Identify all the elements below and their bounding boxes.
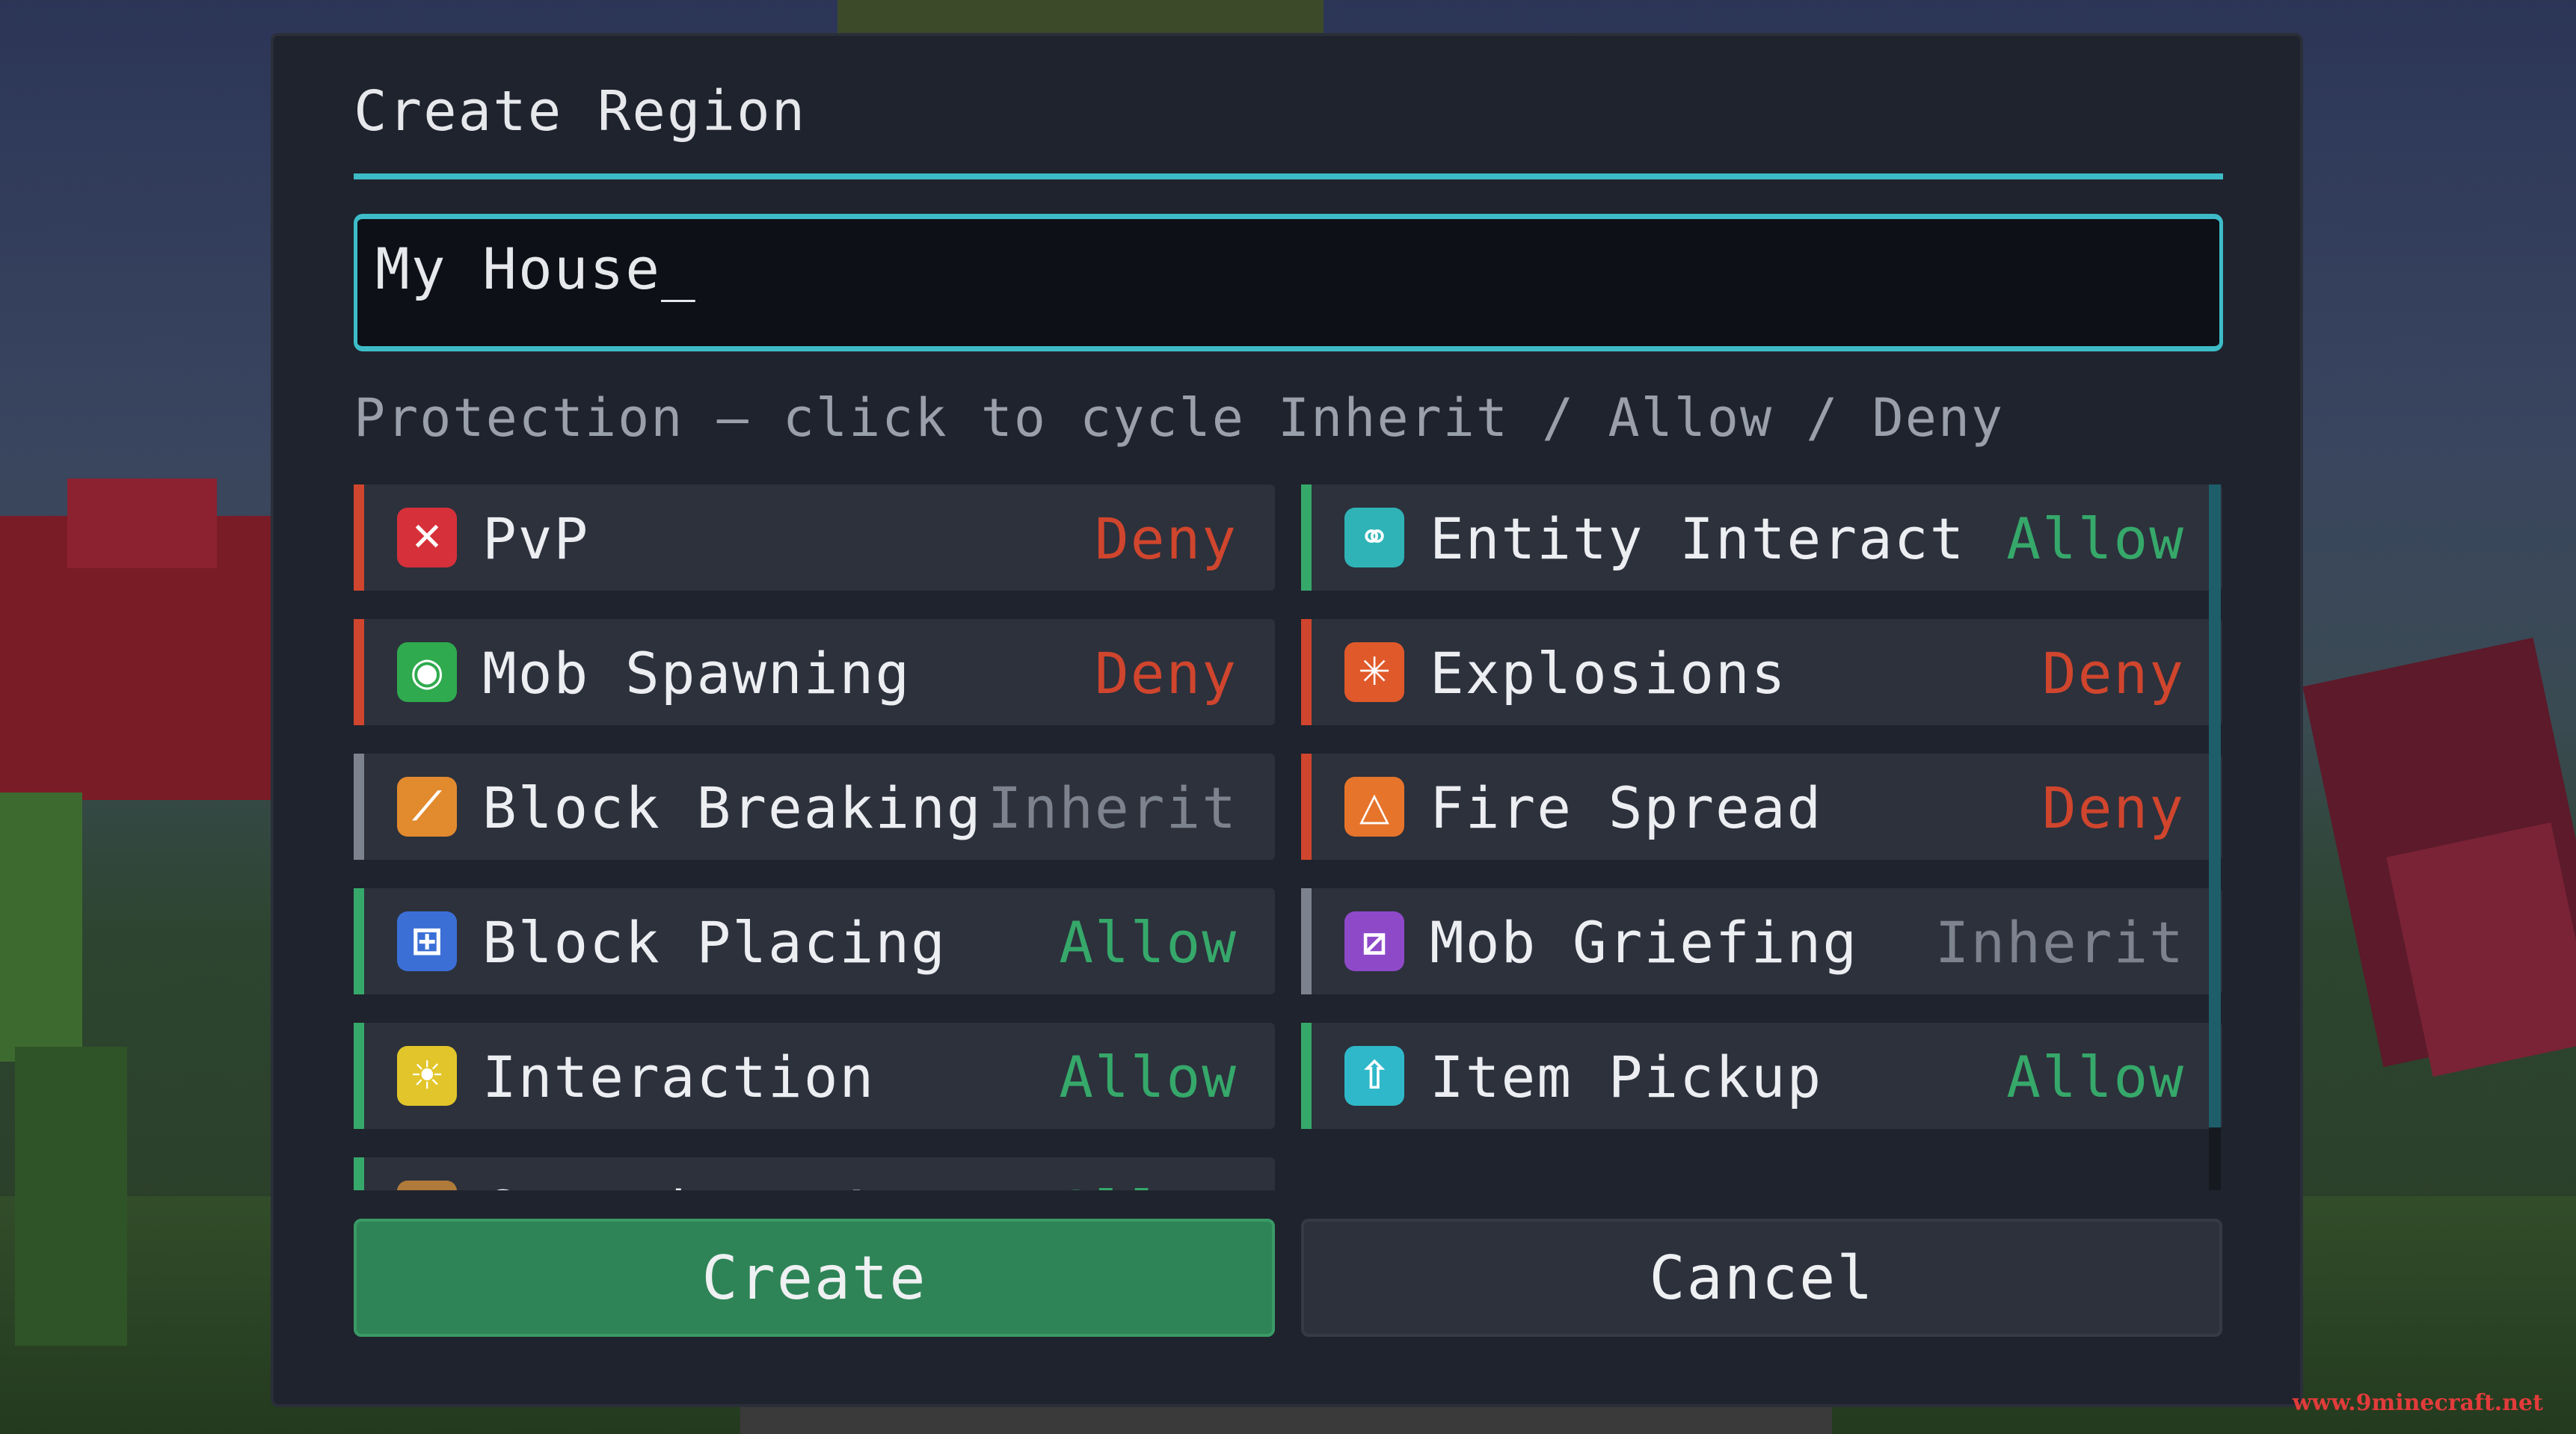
protection-flag-list[interactable]: ✕ PvP Deny ⚭ Entity Interact Allow ◉ Mob Spawni… [354, 484, 2223, 1190]
state-indicator-bar [354, 619, 364, 725]
block-icon: ⊞ [397, 911, 457, 971]
dialog-title: Create Region [354, 79, 807, 144]
state-indicator-bar [354, 1157, 364, 1190]
scrollbar-thumb[interactable] [2209, 484, 2221, 1127]
title-divider [354, 173, 2223, 179]
chest-icon: ▭ [397, 1181, 457, 1190]
state-indicator-bar [354, 1023, 364, 1129]
flag-label: Mob Spawning [482, 640, 912, 707]
flag-row-block-breaking[interactable]: ⟋ Block Breaking Inherit [354, 754, 1275, 860]
pickaxe-icon: ⟋ [397, 777, 457, 837]
background-stem-block [0, 793, 82, 1062]
flag-state[interactable]: Deny [2042, 775, 2185, 841]
region-name-value: My House [375, 236, 662, 302]
flag-label: Item Pickup [1430, 1044, 1823, 1110]
state-indicator-bar [354, 484, 364, 591]
flag-state[interactable]: Deny [1095, 505, 1238, 572]
flag-state[interactable]: Inherit [1935, 909, 2185, 976]
flag-state[interactable]: Allow [1059, 1044, 1238, 1110]
flag-state[interactable]: Allow [1059, 909, 1238, 976]
flag-state[interactable]: Allow [1059, 1178, 1238, 1190]
state-indicator-bar [1301, 619, 1312, 725]
flag-state[interactable]: Allow [2006, 505, 2185, 572]
flag-label: Container Access [482, 1178, 1054, 1190]
flag-row-mob-griefing[interactable]: ⧄ Mob Griefing Inherit [1301, 888, 2222, 994]
flag-label: Block Breaking [482, 775, 983, 841]
flag-row-explosions[interactable]: ✳ Explosions Deny [1301, 619, 2222, 725]
griefing-icon: ⧄ [1344, 911, 1404, 971]
flag-list-scrollbar[interactable] [2209, 484, 2221, 1190]
flag-row-entity-interact[interactable]: ⚭ Entity Interact Allow [1301, 484, 2222, 591]
region-name-input[interactable]: My House_ [354, 214, 2223, 351]
cross-icon: ✕ [397, 508, 457, 567]
flag-state[interactable]: Allow [2006, 1044, 2185, 1110]
protection-hint: Protection — click to cycle Inherit / Al… [354, 387, 2005, 449]
flag-label: Fire Spread [1430, 775, 1823, 841]
flag-label: PvP [482, 505, 590, 572]
flag-row-block-placing[interactable]: ⊞ Block Placing Allow [354, 888, 1275, 994]
flag-row-item-pickup[interactable]: ⇧ Item Pickup Allow [1301, 1023, 2222, 1129]
state-indicator-bar [1301, 754, 1312, 860]
flag-row-interaction[interactable]: ☀ Interaction Allow [354, 1023, 1275, 1129]
background-stem-block [15, 1047, 127, 1346]
create-region-dialog: Create Region My House_ Protection — cli… [271, 33, 2303, 1407]
state-indicator-bar [354, 888, 364, 994]
watermark: www.9minecraft.net [2292, 1390, 2543, 1416]
state-indicator-bar [1301, 888, 1312, 994]
flame-icon: △ [1344, 777, 1404, 837]
create-button[interactable]: Create [354, 1219, 1275, 1337]
explosion-icon: ✳ [1344, 642, 1404, 702]
pickup-icon: ⇧ [1344, 1046, 1404, 1106]
cancel-button[interactable]: Cancel [1301, 1219, 2222, 1337]
state-indicator-bar [1301, 1023, 1312, 1129]
background-block [837, 0, 1324, 33]
link-icon: ⚭ [1344, 508, 1404, 567]
flag-label: Mob Griefing [1430, 909, 1859, 976]
flag-row-fire-spread[interactable]: △ Fire Spread Deny [1301, 754, 2222, 860]
state-indicator-bar [354, 754, 364, 860]
flag-row-mob-spawning[interactable]: ◉ Mob Spawning Deny [354, 619, 1275, 725]
flag-row-container-access[interactable]: ▭ Container Access Allow [354, 1157, 1275, 1190]
flag-state[interactable]: Deny [1095, 640, 1238, 707]
sun-icon: ☀ [397, 1046, 457, 1106]
text-caret: _ [661, 236, 697, 302]
flag-label: Entity Interact [1430, 505, 1966, 572]
flag-row-pvp[interactable]: ✕ PvP Deny [354, 484, 1275, 591]
flag-label: Block Placing [482, 909, 947, 976]
spawn-icon: ◉ [397, 642, 457, 702]
state-indicator-bar [1301, 484, 1312, 591]
flag-label: Interaction [482, 1044, 876, 1110]
flag-state[interactable]: Inherit [988, 775, 1238, 841]
flag-state[interactable]: Deny [2042, 640, 2185, 707]
background-flower-block [67, 478, 217, 568]
flag-label: Explosions [1430, 640, 1787, 707]
